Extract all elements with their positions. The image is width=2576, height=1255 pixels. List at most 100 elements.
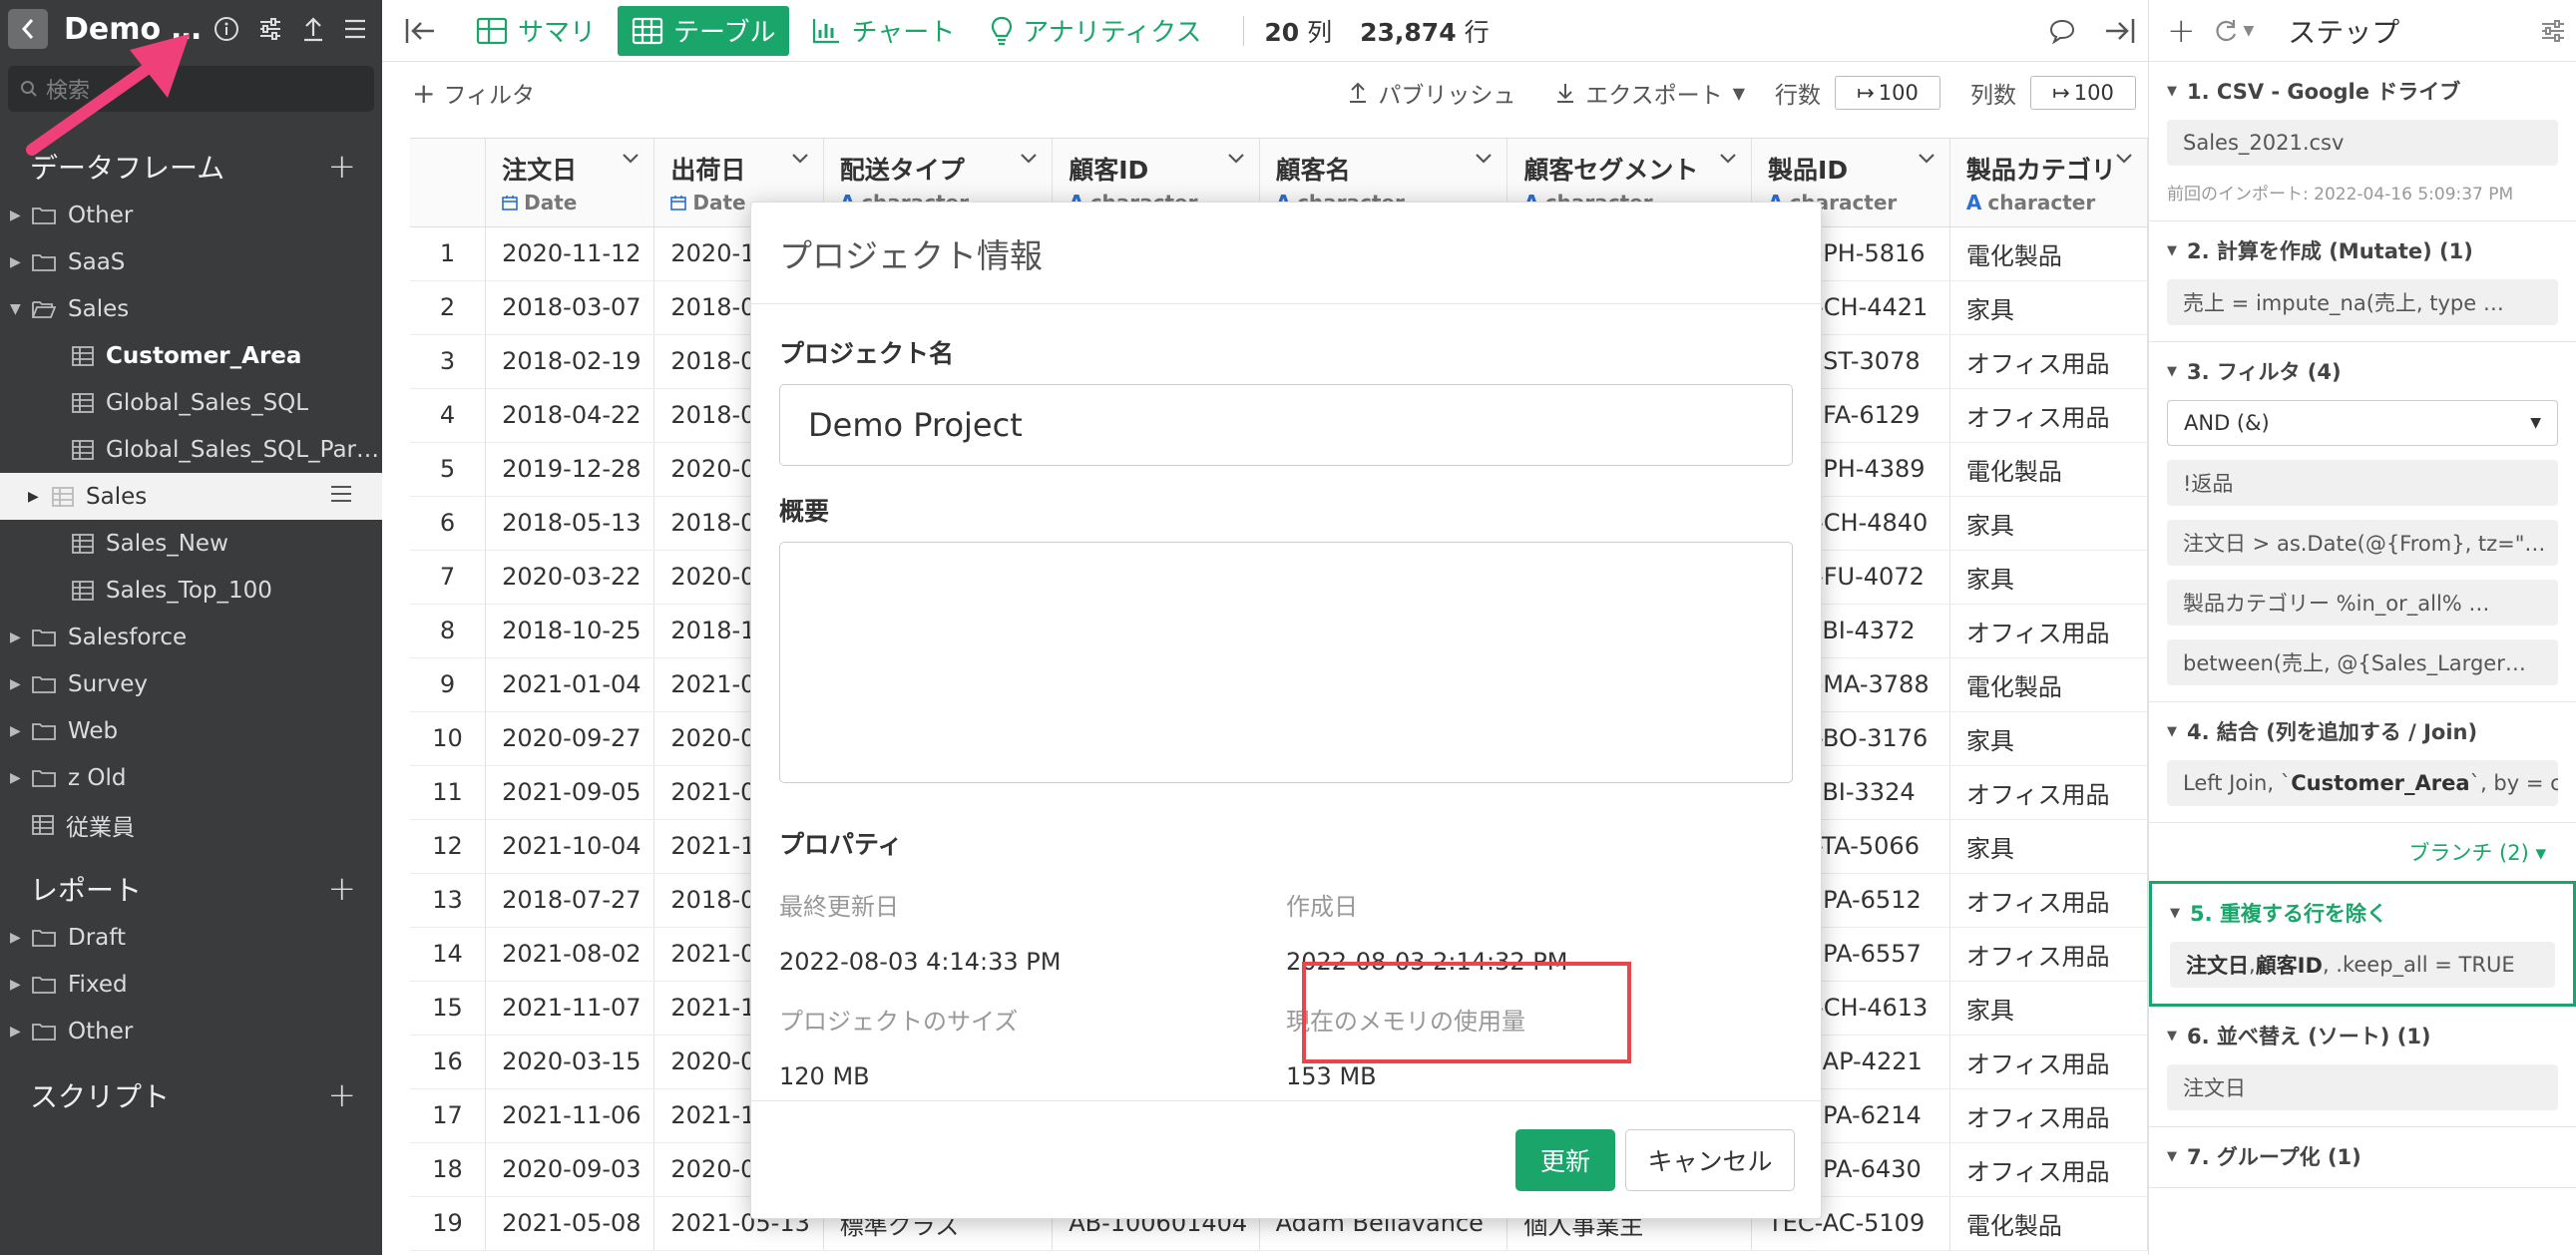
column-header[interactable]: 製品カテゴリ Acharacter [1949, 139, 2148, 227]
sidebar-item[interactable]: ▶ Draft [0, 914, 382, 961]
collapse-right-icon[interactable] [2102, 17, 2136, 45]
upload-icon[interactable] [301, 16, 325, 42]
tab-chart[interactable]: チャート [797, 6, 969, 56]
collapse-left-icon[interactable] [404, 17, 438, 45]
sidebar-item[interactable]: ▶ Web [0, 707, 382, 754]
sidebar-item[interactable]: 従業員 [0, 801, 382, 848]
table-cell[interactable]: 2020-03-22 [485, 550, 655, 605]
row-number[interactable]: 1 [410, 226, 487, 281]
hamburger-menu-icon[interactable] [343, 18, 367, 40]
sidebar-item[interactable]: Sales_New [0, 520, 382, 567]
table-cell[interactable]: オフィス用品 [1949, 873, 2148, 928]
hamburger-menu-icon[interactable] [330, 484, 352, 510]
table-cell[interactable]: 2018-04-22 [485, 388, 655, 443]
table-cell[interactable]: 家具 [1949, 711, 2148, 766]
chevron-down-icon[interactable] [622, 153, 640, 165]
table-cell[interactable]: オフィス用品 [1949, 334, 2148, 389]
row-number[interactable]: 15 [410, 981, 487, 1036]
refresh-icon[interactable] [2212, 18, 2240, 44]
table-cell[interactable]: 2018-10-25 [485, 604, 655, 658]
sidebar-item[interactable]: Customer_Area [0, 332, 382, 379]
add-filter-button[interactable]: + フィルタ [412, 76, 535, 110]
step-group-by[interactable]: ▼ 7. グループ化 (1) [2149, 1127, 2576, 1188]
sidebar-item[interactable]: ▶ Other [0, 192, 382, 238]
row-number[interactable]: 5 [410, 442, 487, 497]
table-cell[interactable]: 2021-11-06 [485, 1088, 655, 1143]
row-number[interactable]: 7 [410, 550, 487, 605]
table-cell[interactable]: 2020-09-03 [485, 1142, 655, 1197]
table-cell[interactable]: オフィス用品 [1949, 765, 2148, 820]
table-cell[interactable]: 電化製品 [1949, 226, 2148, 281]
row-number[interactable]: 12 [410, 819, 487, 874]
table-cell[interactable]: 2021-08-02 [485, 927, 655, 982]
sidebar-item[interactable]: Global_Sales_SQL_Par… [0, 426, 382, 473]
table-cell[interactable]: 電化製品 [1949, 442, 2148, 497]
chevron-down-icon[interactable] [1020, 153, 1038, 165]
chevron-down-icon[interactable] [1475, 153, 1493, 165]
chevron-down-icon[interactable] [1918, 153, 1935, 165]
sidebar-item[interactable]: ▶ Survey [0, 660, 382, 707]
export-button[interactable]: エクスポート ▼ [1555, 76, 1745, 110]
table-cell[interactable]: オフィス用品 [1949, 1088, 2148, 1143]
table-cell[interactable]: 家具 [1949, 496, 2148, 551]
step-command[interactable]: Sales_2021.csv [2167, 120, 2558, 166]
row-number[interactable]: 14 [410, 927, 487, 982]
table-cell[interactable]: 2021-11-07 [485, 981, 655, 1036]
add-step-button[interactable]: + [2167, 11, 2196, 51]
table-cell[interactable]: オフィス用品 [1949, 927, 2148, 982]
row-number[interactable]: 10 [410, 711, 487, 766]
tab-table[interactable]: テーブル [618, 5, 790, 56]
column-header[interactable]: 注文日 Date [485, 139, 655, 227]
table-cell[interactable]: 2021-01-04 [485, 657, 655, 712]
table-cell[interactable]: 2021-05-08 [485, 1196, 655, 1251]
step-distinct[interactable]: ▼ 5. 重複する行を除く 注文日, 顧客ID, .keep_all = TRUE [2149, 881, 2576, 1007]
row-number[interactable]: 11 [410, 765, 487, 820]
chevron-down-icon[interactable] [2115, 153, 2133, 165]
description-textarea[interactable] [779, 542, 1793, 783]
table-cell[interactable]: 2020-09-27 [485, 711, 655, 766]
row-number[interactable]: 8 [410, 604, 487, 658]
rows-input[interactable]: ↦ 100 [1835, 76, 1940, 110]
step-join[interactable]: ▼ 4. 結合 (列を追加する / Join) Left Join, ` Custo… [2149, 702, 2576, 823]
step-mutate[interactable]: ▼ 2. 計算を作成 (Mutate) (1) 売上 = impute_na(売上… [2149, 221, 2576, 342]
branch-dropdown[interactable]: ブランチ (2) ▾ [2149, 823, 2576, 881]
table-cell[interactable]: 2018-03-07 [485, 280, 655, 335]
chevron-down-icon[interactable] [1227, 153, 1245, 165]
sidebar-item[interactable]: ▶ Other [0, 1008, 382, 1054]
sidebar-item[interactable]: Global_Sales_SQL [0, 379, 382, 426]
row-number[interactable]: 16 [410, 1035, 487, 1089]
table-cell[interactable]: 2018-02-19 [485, 334, 655, 389]
cancel-button[interactable]: キャンセル [1625, 1128, 1795, 1191]
tab-summary[interactable]: サマリ [462, 6, 610, 56]
row-number[interactable]: 18 [410, 1142, 487, 1197]
table-cell[interactable]: 家具 [1949, 819, 2148, 874]
row-number[interactable]: 17 [410, 1088, 487, 1143]
publish-button[interactable]: パブリッシュ [1348, 76, 1515, 110]
add-script-button[interactable]: + [328, 1075, 357, 1115]
chevron-down-icon[interactable] [791, 153, 809, 165]
table-cell[interactable]: 2020-03-15 [485, 1035, 655, 1089]
caret-down-icon[interactable]: ▼ [2244, 23, 2255, 39]
table-cell[interactable]: 2019-12-28 [485, 442, 655, 497]
sidebar-item[interactable]: Sales_Top_100 [0, 567, 382, 614]
row-number[interactable]: 3 [410, 334, 487, 389]
row-number[interactable]: 9 [410, 657, 487, 712]
table-cell[interactable]: 2021-10-04 [485, 819, 655, 874]
step-command[interactable]: 注文日, 顧客ID, .keep_all = TRUE [2170, 942, 2555, 988]
row-number[interactable]: 13 [410, 873, 487, 928]
settings-sliders-icon[interactable] [257, 16, 283, 42]
add-report-button[interactable]: + [328, 869, 357, 909]
comment-icon[interactable] [2048, 18, 2076, 44]
table-cell[interactable]: オフィス用品 [1949, 1142, 2148, 1197]
sidebar-item[interactable]: ▶ Salesforce [0, 614, 382, 660]
filter-condition[interactable]: between(売上, @{Sales_Larger… [2167, 639, 2558, 685]
table-cell[interactable]: 家具 [1949, 550, 2148, 605]
sidebar-item[interactable]: ▶ Sales [0, 473, 382, 520]
step-command[interactable]: 売上 = impute_na(売上, type … [2167, 279, 2558, 325]
sidebar-item[interactable]: ▶ Fixed [0, 961, 382, 1008]
filter-condition[interactable]: 注文日 > as.Date(@{From}, tz="… [2167, 520, 2558, 566]
filter-condition[interactable]: !返品 [2167, 460, 2558, 506]
table-cell[interactable]: オフィス用品 [1949, 604, 2148, 658]
table-cell[interactable]: 家具 [1949, 981, 2148, 1036]
step-filter[interactable]: ▼ 3. フィルタ (4) AND (&) ▼ !返品 注文日 > as.Date(… [2149, 342, 2576, 702]
